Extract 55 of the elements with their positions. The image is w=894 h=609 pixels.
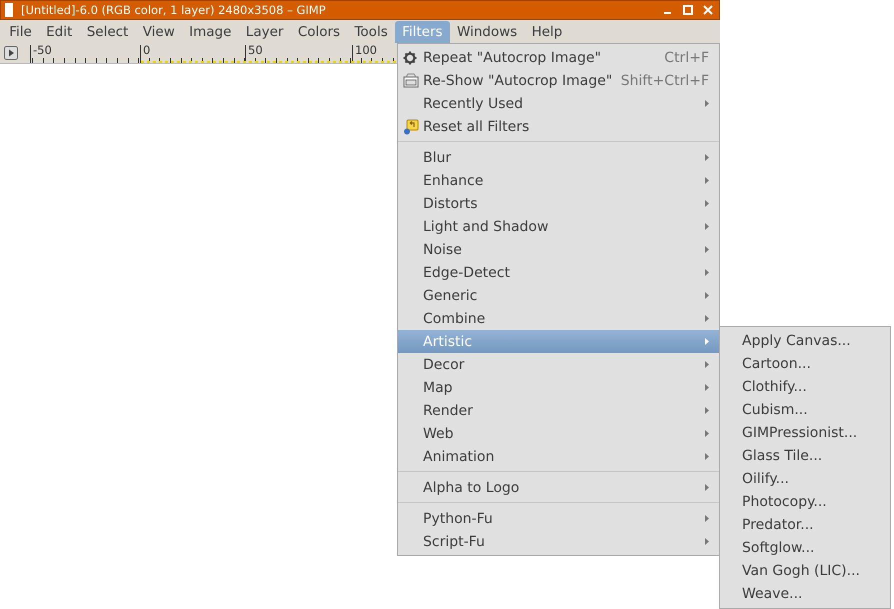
menu-item[interactable]: Cartoon... [720,353,890,376]
window-controls-icon[interactable] [661,4,715,16]
menu-item[interactable]: Cubism... [720,399,890,422]
menu-item[interactable]: Light and Shadow [398,215,719,238]
window-icon [5,3,13,17]
menu-item[interactable]: Windows [450,20,524,42]
dialog-icon [403,73,419,88]
window-title: [Untitled]-6.0 (RGB color, 1 layer) 2480x3508 – GIMP [21,3,327,17]
menu-item[interactable]: Predator... [720,514,890,537]
menu-item[interactable]: Decor [398,353,719,376]
menu-item[interactable]: Van Gogh (LIC)... [720,560,890,583]
navigate-icon[interactable] [4,46,18,60]
menu-item[interactable]: Web [398,422,719,445]
menu-item[interactable]: View [136,20,182,42]
menu-item[interactable]: Colors [290,20,348,42]
reset-icon [403,118,419,134]
menu-item[interactable]: Image [182,20,239,42]
ruler-label: 100 [355,44,377,57]
menu-item[interactable]: Repeat "Autocrop Image" Ctrl+F [398,46,719,69]
ruler-label: 0 [143,44,150,57]
menu-item[interactable]: GIMPressionist... [720,422,890,445]
ruler-label: 50 [248,44,263,57]
menu-item[interactable]: Enhance [398,169,719,192]
menu-item[interactable]: Tools [347,20,395,42]
menu-item[interactable]: Edit [38,20,80,42]
menu-item[interactable]: Layer [238,20,291,42]
shortcut-label: Shift+Ctrl+F [620,72,709,88]
menu-item[interactable]: Generic [398,284,719,307]
menu-item[interactable]: Alpha to Logo [398,476,719,499]
shortcut-label: Ctrl+F [664,50,709,66]
menu-item[interactable]: Glass Tile... [720,445,890,468]
menu-item[interactable]: File [2,20,39,42]
menu-item[interactable]: Python-Fu [398,507,719,530]
menu-item[interactable]: Clothify... [720,376,890,399]
menu-item[interactable]: Softglow... [720,537,890,560]
menu-item[interactable]: Select [80,20,136,42]
menu-item[interactable]: Weave... [720,583,890,606]
gear-icon [403,50,417,64]
menu-item[interactable]: Oilify... [720,468,890,491]
menu-item[interactable]: Blur [398,146,719,169]
menu-item[interactable]: Script-Fu [398,530,719,553]
menu-item[interactable]: Reset all Filters [398,115,719,138]
menu-item[interactable]: Apply Canvas... [720,330,890,353]
menu-item[interactable]: Animation [398,445,719,468]
menu-item[interactable]: Render [398,399,719,422]
ruler-label: -50 [33,44,52,57]
menu-item[interactable]: Combine [398,307,719,330]
menu-item[interactable]: Noise [398,238,719,261]
menu-item[interactable]: Distorts [398,192,719,215]
menu-item[interactable]: Edge-Detect [398,261,719,284]
menu-item[interactable]: Help [524,20,570,42]
menu-item[interactable]: Photocopy... [720,491,890,514]
menu-item[interactable]: Map [398,376,719,399]
menu-item[interactable]: Recently Used [398,92,719,115]
menu-item[interactable]: Re-Show "Autocrop Image" Shift+Ctrl+F [398,69,719,92]
